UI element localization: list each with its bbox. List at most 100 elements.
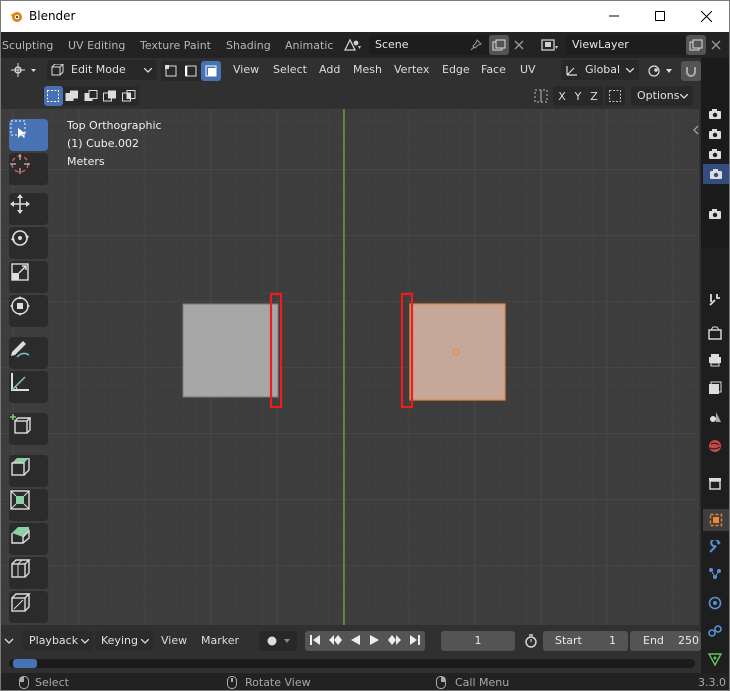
menu-edge[interactable]: Edge bbox=[442, 63, 470, 76]
tab-render[interactable] bbox=[707, 325, 723, 341]
playhead[interactable] bbox=[13, 659, 37, 668]
tab-collection[interactable] bbox=[707, 475, 723, 491]
add-cube-tool[interactable] bbox=[9, 413, 48, 445]
render-visibility-toggle-2[interactable] bbox=[707, 126, 723, 142]
viewport-canvas[interactable] bbox=[1, 109, 699, 625]
maximize-button[interactable] bbox=[637, 1, 683, 31]
extend-selection[interactable] bbox=[63, 86, 82, 106]
menu-vertex[interactable]: Vertex bbox=[394, 63, 429, 76]
delete-viewlayer-button[interactable] bbox=[708, 35, 724, 55]
tab-texture-paint[interactable]: Texture Paint bbox=[140, 39, 211, 52]
viewlayer-name-field[interactable]: ViewLayer bbox=[566, 35, 686, 55]
editor-type-button[interactable] bbox=[7, 60, 41, 80]
pin-scene-button[interactable] bbox=[467, 35, 485, 55]
vertex-select-mode[interactable] bbox=[161, 61, 181, 81]
set-new-selection[interactable] bbox=[43, 86, 63, 106]
tab-view-layer[interactable] bbox=[707, 380, 723, 396]
move-tool[interactable] bbox=[9, 193, 48, 225]
jump-start-button[interactable] bbox=[305, 634, 325, 649]
viewlayer-name: ViewLayer bbox=[572, 38, 629, 51]
scale-tool[interactable] bbox=[9, 261, 48, 293]
render-visibility-toggle-4[interactable] bbox=[703, 164, 729, 184]
mirror-axis-z[interactable]: Z bbox=[586, 90, 602, 103]
mode-dropdown[interactable]: Edit Mode bbox=[47, 60, 157, 80]
select-box-tool[interactable] bbox=[9, 119, 48, 151]
start-frame-field[interactable]: Start 1 bbox=[543, 631, 628, 651]
play-reverse-button[interactable] bbox=[345, 634, 365, 649]
transform-orientation-dropdown[interactable]: Global bbox=[561, 60, 639, 80]
tab-sculpting[interactable]: Sculpting bbox=[2, 39, 53, 52]
tab-scene[interactable] bbox=[707, 408, 723, 424]
render-visibility-toggle-5[interactable] bbox=[707, 206, 723, 222]
extrude-tool[interactable] bbox=[9, 455, 48, 487]
3d-viewport[interactable]: Top Orthographic (1) Cube.002 Meters bbox=[1, 109, 699, 625]
tab-world[interactable] bbox=[707, 438, 723, 454]
measure-tool[interactable] bbox=[9, 371, 48, 403]
current-frame-field[interactable]: 1 bbox=[441, 631, 515, 651]
tab-modifiers[interactable] bbox=[707, 539, 723, 555]
tab-constraints[interactable] bbox=[707, 623, 723, 639]
object-props-icon bbox=[709, 513, 723, 527]
minimize-button[interactable] bbox=[591, 1, 637, 31]
delete-scene-button[interactable] bbox=[511, 35, 527, 55]
modifier-wrench-icon bbox=[709, 540, 721, 553]
timeline-editor-type[interactable] bbox=[1, 631, 17, 651]
menu-face[interactable]: Face bbox=[481, 63, 506, 76]
timeline-scrubber[interactable] bbox=[9, 659, 695, 668]
loop-cut-tool[interactable] bbox=[9, 557, 48, 589]
tab-object[interactable] bbox=[703, 509, 729, 531]
face-select-mode[interactable] bbox=[201, 61, 221, 81]
rotate-tool[interactable] bbox=[9, 227, 48, 259]
render-visibility-toggle-1[interactable] bbox=[707, 106, 723, 122]
tab-physics[interactable] bbox=[707, 595, 723, 611]
intersect-selection[interactable] bbox=[120, 86, 139, 106]
mirror-axis-x[interactable]: X bbox=[554, 90, 570, 103]
subtract-selection[interactable] bbox=[82, 86, 101, 106]
mirror-options-icon-button[interactable] bbox=[531, 86, 551, 106]
play-button[interactable] bbox=[365, 634, 385, 649]
pivot-point-dropdown[interactable] bbox=[645, 61, 677, 81]
playback-dropdown[interactable]: Playback bbox=[23, 631, 93, 651]
pin-icon bbox=[470, 39, 482, 51]
jump-end-button[interactable] bbox=[405, 634, 425, 649]
knife-tool[interactable] bbox=[9, 591, 48, 623]
annotate-tool[interactable] bbox=[9, 337, 48, 369]
new-scene-button[interactable] bbox=[489, 35, 509, 55]
snap-toggle[interactable] bbox=[681, 61, 701, 81]
menu-uv[interactable]: UV bbox=[520, 63, 536, 76]
prev-keyframe-button[interactable] bbox=[325, 634, 345, 649]
transform-tool[interactable] bbox=[9, 295, 48, 327]
bevel-tool[interactable] bbox=[9, 523, 48, 555]
end-frame-field[interactable]: End 250 bbox=[630, 631, 701, 651]
close-icon bbox=[514, 40, 524, 50]
tab-tool[interactable] bbox=[707, 291, 723, 307]
keying-dropdown[interactable]: Keying bbox=[95, 631, 153, 651]
inset-tool[interactable] bbox=[9, 489, 48, 521]
topology-mirror-button[interactable] bbox=[605, 86, 625, 106]
mirror-axis-y[interactable]: Y bbox=[570, 90, 586, 103]
cursor-tool[interactable] bbox=[9, 153, 48, 185]
tab-data[interactable] bbox=[707, 651, 723, 667]
scene-browse-button[interactable] bbox=[339, 35, 367, 55]
tab-output[interactable] bbox=[707, 352, 723, 368]
tab-particles[interactable] bbox=[707, 566, 723, 582]
timeline-menu-marker[interactable]: Marker bbox=[201, 634, 239, 647]
preview-range-toggle[interactable] bbox=[521, 631, 541, 651]
menu-add[interactable]: Add bbox=[319, 63, 340, 76]
menu-select[interactable]: Select bbox=[273, 63, 307, 76]
tab-shading[interactable]: Shading bbox=[226, 39, 271, 52]
timeline-menu-view[interactable]: View bbox=[161, 634, 187, 647]
menu-mesh[interactable]: Mesh bbox=[353, 63, 382, 76]
tab-uv-editing[interactable]: UV Editing bbox=[68, 39, 125, 52]
viewlayer-browse-button[interactable] bbox=[537, 35, 563, 55]
new-viewlayer-button[interactable] bbox=[686, 35, 706, 55]
close-window-button[interactable] bbox=[683, 1, 729, 31]
options-dropdown[interactable]: Options bbox=[631, 86, 693, 106]
next-keyframe-button[interactable] bbox=[385, 634, 405, 649]
menu-view[interactable]: View bbox=[233, 63, 259, 76]
tab-animatic[interactable]: Animatic bbox=[285, 39, 333, 52]
render-visibility-toggle-3[interactable] bbox=[707, 146, 723, 162]
edge-select-mode[interactable] bbox=[181, 61, 201, 81]
invert-selection[interactable] bbox=[101, 86, 120, 106]
auto-keying-toggle[interactable] bbox=[259, 631, 297, 651]
